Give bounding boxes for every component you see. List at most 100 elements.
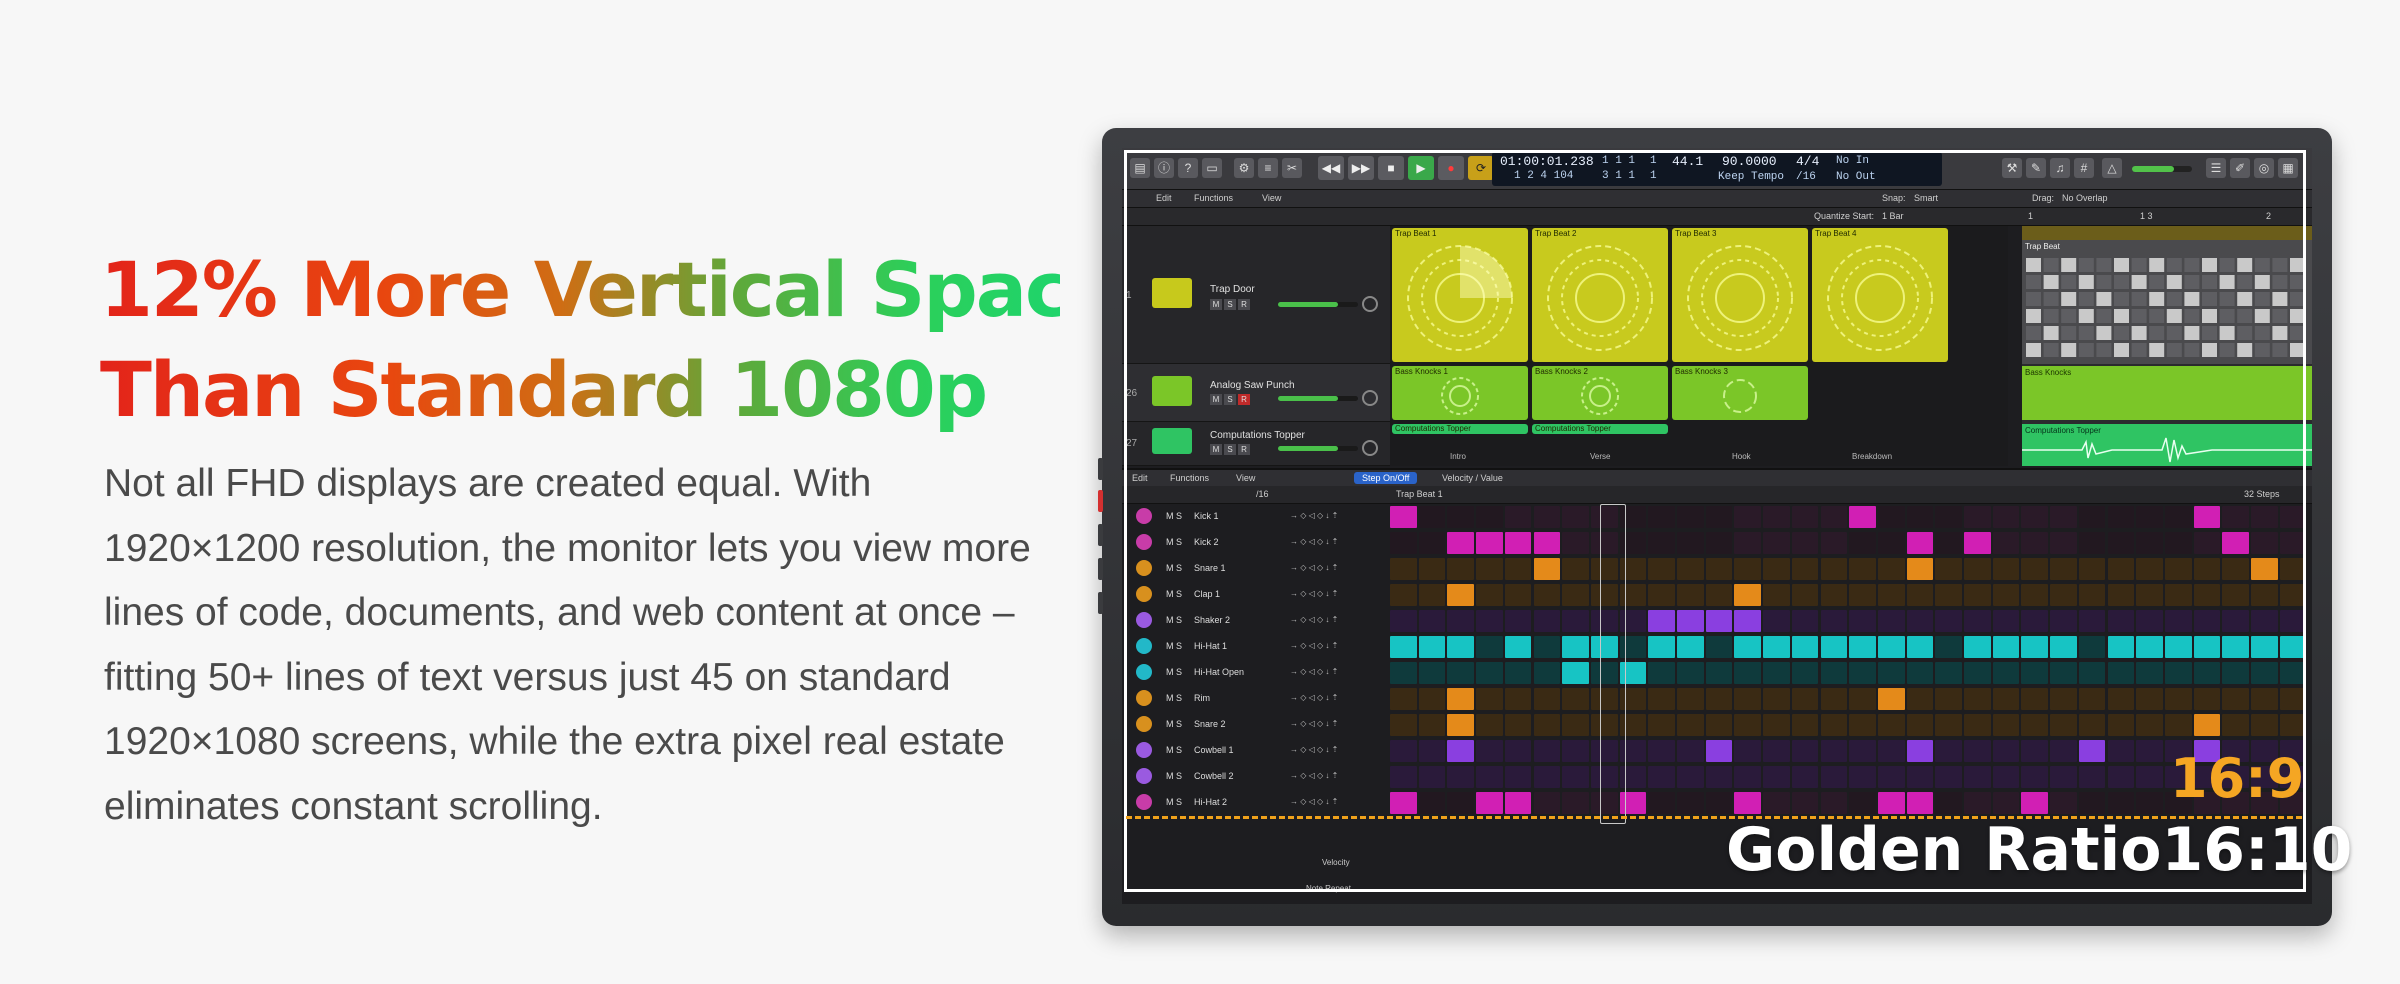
step-off[interactable] [2193,662,2221,684]
row-tools-icon[interactable]: → ◇ ◁ ◇ ↓ ⇡ [1290,615,1338,624]
step-off[interactable] [2136,688,2163,710]
step-off[interactable] [1648,792,1675,814]
step-row[interactable]: M S Hi-Hat 1 → ◇ ◁ ◇ ↓ ⇡ [1122,634,2312,660]
step-off[interactable] [2021,584,2049,606]
functions-menu[interactable]: Functions [1194,193,1233,203]
step-off[interactable] [2193,584,2221,606]
step-lane[interactable] [1390,532,2312,554]
step-on[interactable] [1877,636,1905,658]
toolbar-icon[interactable]: ▭ [1202,158,1222,178]
step-off[interactable] [1418,662,1446,684]
step-off[interactable] [1504,714,1532,736]
step-lane[interactable] [1390,610,2312,632]
step-off[interactable] [2021,766,2049,788]
step-off[interactable] [1705,506,1733,528]
step-on[interactable] [1849,506,1876,528]
step-on[interactable] [1447,740,1475,762]
row-mute-solo[interactable]: M S [1166,771,1182,781]
step-off[interactable] [1390,688,1417,710]
step-on[interactable] [1533,532,1561,554]
step-row[interactable]: M S Clap 1 → ◇ ◁ ◇ ↓ ⇡ [1122,582,2312,608]
step-on[interactable] [1418,636,1446,658]
step-off[interactable] [1935,662,1962,684]
step-off[interactable] [2078,558,2106,580]
step-off[interactable] [1734,558,1762,580]
step-off[interactable] [2136,584,2163,606]
step-off[interactable] [1820,532,1848,554]
step-off[interactable] [1562,584,1589,606]
step-on[interactable] [1734,636,1762,658]
step-on[interactable] [1504,792,1532,814]
step-off[interactable] [1964,506,1991,528]
step-on[interactable] [2193,714,2221,736]
step-off[interactable] [1533,662,1561,684]
step-off[interactable] [1849,558,1876,580]
edit-menu[interactable]: Edit [1156,193,1172,203]
step-off[interactable] [1504,766,1532,788]
step-on[interactable] [1906,532,1934,554]
step-off[interactable] [1533,740,1561,762]
step-off[interactable] [1504,584,1532,606]
step-off[interactable] [2078,688,2106,710]
step-off[interactable] [1705,688,1733,710]
step-off[interactable] [1390,558,1417,580]
drag-select[interactable]: No Overlap [2062,193,2108,203]
step-off[interactable] [1906,506,1934,528]
step-off[interactable] [1763,558,1790,580]
step-off[interactable] [1476,662,1503,684]
step-off[interactable] [2279,714,2307,736]
step-off[interactable] [2050,688,2077,710]
step-off[interactable] [1992,714,2020,736]
step-lane[interactable] [1390,688,2312,710]
row-tools-icon[interactable]: → ◇ ◁ ◇ ↓ ⇡ [1290,719,1338,728]
step-off[interactable] [1791,766,1819,788]
step-off[interactable] [1992,688,2020,710]
velocity-select[interactable]: Velocity / Value [1442,473,1503,483]
step-off[interactable] [1791,532,1819,554]
step-off[interactable] [1562,740,1589,762]
step-lane[interactable] [1390,636,2312,658]
step-on[interactable] [1390,636,1417,658]
seq-division[interactable]: /16 [1256,489,1269,499]
step-off[interactable] [1705,584,1733,606]
step-off[interactable] [1849,740,1876,762]
step-off[interactable] [1705,714,1733,736]
step-off[interactable] [1791,688,1819,710]
library-icon[interactable]: ▤ [1130,158,1150,178]
step-off[interactable] [1964,662,1991,684]
step-off[interactable] [1562,610,1589,632]
step-off[interactable] [2021,662,2049,684]
step-on[interactable] [1447,584,1475,606]
step-off[interactable] [1390,662,1417,684]
row-tools-icon[interactable]: → ◇ ◁ ◇ ↓ ⇡ [1290,641,1338,650]
scene-trigger[interactable]: Hook [1732,452,1751,461]
step-off[interactable] [1677,662,1704,684]
row-mute-solo[interactable]: M S [1166,667,1182,677]
step-off[interactable] [1791,740,1819,762]
step-off[interactable] [2078,584,2106,606]
step-off[interactable] [2107,688,2135,710]
step-off[interactable] [1418,792,1446,814]
step-on[interactable] [1648,610,1675,632]
step-off[interactable] [1935,688,1962,710]
cycle-button[interactable]: ⟳ [1468,156,1494,180]
step-off[interactable] [1734,714,1762,736]
step-on[interactable] [2021,636,2049,658]
step-off[interactable] [1992,610,2020,632]
step-on[interactable] [1820,636,1848,658]
settings-icon[interactable]: ⚙ [1234,158,1254,178]
step-off[interactable] [1619,584,1647,606]
list-editor-icon[interactable]: ☰ [2206,158,2226,178]
step-off[interactable] [1849,584,1876,606]
step-row[interactable]: M S Hi-Hat 2 → ◇ ◁ ◇ ↓ ⇡ [1122,790,2312,816]
step-off[interactable] [1677,714,1704,736]
step-off[interactable] [1390,766,1417,788]
step-off[interactable] [1763,610,1790,632]
master-volume-slider[interactable] [2132,166,2192,172]
step-row[interactable]: M S Snare 1 → ◇ ◁ ◇ ↓ ⇡ [1122,556,2312,582]
step-off[interactable] [1791,506,1819,528]
track-msr-buttons[interactable]: MSR [1210,394,1252,405]
step-off[interactable] [1877,558,1905,580]
step-on[interactable] [1504,532,1532,554]
step-off[interactable] [2251,610,2278,632]
